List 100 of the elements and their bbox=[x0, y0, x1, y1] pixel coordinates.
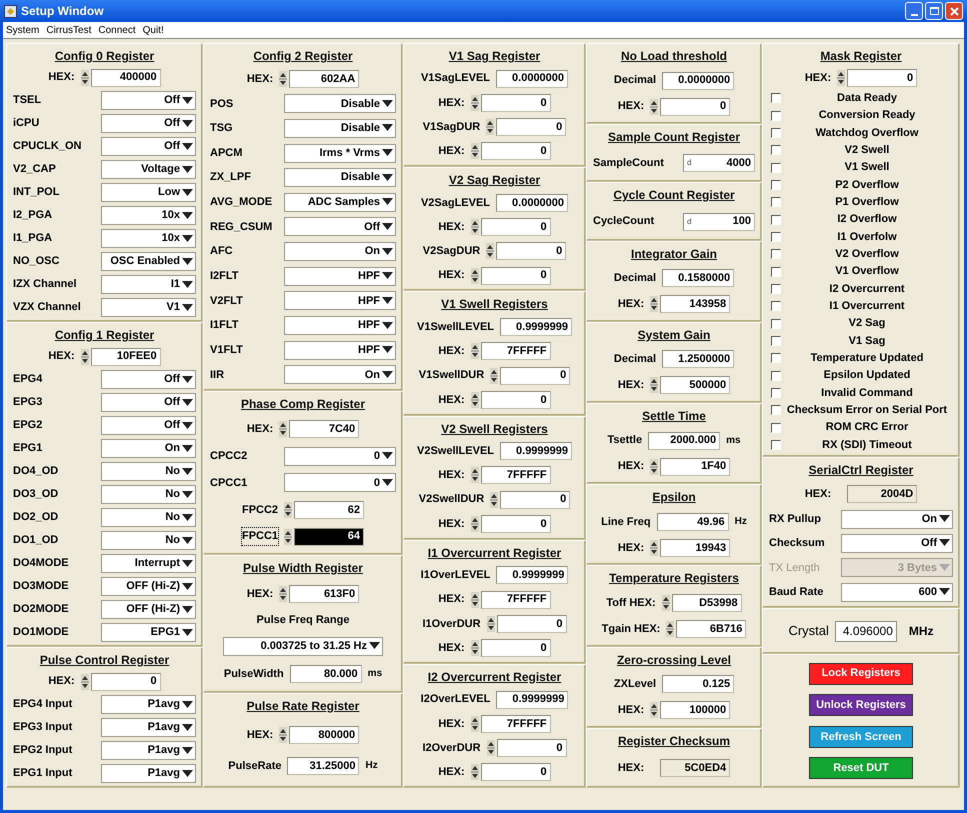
input-field[interactable]: 7FFFFF bbox=[480, 342, 551, 360]
dropdown[interactable]: Voltage bbox=[101, 160, 196, 179]
input-field[interactable]: 7C40 bbox=[289, 420, 360, 438]
dropdown[interactable]: No bbox=[101, 531, 196, 550]
spinner-arrows-icon[interactable] bbox=[650, 296, 658, 312]
spinner-arrows-icon[interactable] bbox=[837, 70, 846, 86]
dropdown[interactable]: Disable bbox=[284, 94, 396, 114]
input-field[interactable]: 64 bbox=[294, 528, 364, 546]
input-field[interactable]: 62 bbox=[294, 500, 364, 519]
dropdown[interactable]: EPG1 bbox=[101, 623, 196, 642]
input-field[interactable]: 0 bbox=[496, 242, 566, 260]
spinner-arrows-icon[interactable] bbox=[284, 528, 292, 545]
input-field[interactable]: 500000 bbox=[660, 376, 730, 394]
spinner-arrows-icon[interactable] bbox=[650, 377, 658, 394]
spinner-arrows-icon[interactable] bbox=[470, 268, 479, 284]
dropdown[interactable]: OFF (Hi-Z) bbox=[101, 577, 196, 596]
checkbox[interactable] bbox=[771, 249, 781, 260]
input-field[interactable]: 0 bbox=[847, 68, 918, 87]
input-field[interactable]: 0 bbox=[480, 514, 551, 533]
dropdown[interactable]: OSC Enabled bbox=[101, 252, 196, 271]
input-field[interactable]: 0.1580000 bbox=[662, 269, 734, 288]
dropdown[interactable]: Off bbox=[101, 91, 196, 110]
dropdown[interactable]: P1avg bbox=[101, 741, 196, 760]
checkbox[interactable] bbox=[771, 440, 781, 450]
checkbox[interactable] bbox=[771, 232, 781, 242]
dropdown[interactable]: Interrupt bbox=[101, 554, 196, 573]
input-field[interactable]: 0.9999999 bbox=[500, 318, 572, 336]
dropdown[interactable]: P1avg bbox=[101, 764, 196, 783]
dropdown[interactable]: 0.003725 to 31.25 Hz bbox=[223, 636, 383, 656]
spinner-arrows-icon[interactable] bbox=[490, 492, 498, 508]
dropdown[interactable]: I1 bbox=[101, 275, 196, 294]
checkbox[interactable] bbox=[771, 422, 781, 433]
input-field[interactable]: 0 bbox=[496, 739, 567, 758]
checkbox[interactable] bbox=[771, 301, 781, 312]
dropdown[interactable]: HPF bbox=[284, 291, 396, 310]
dropdown[interactable]: P1avg bbox=[101, 695, 196, 714]
menu-item[interactable]: Quit! bbox=[142, 22, 164, 38]
dropdown[interactable]: OFF (Hi-Z) bbox=[101, 600, 196, 619]
dropdown[interactable]: Irms * Vrms bbox=[284, 144, 396, 163]
input-field[interactable]: 0 bbox=[500, 490, 570, 509]
spinner-arrows-icon[interactable] bbox=[279, 421, 288, 438]
checkbox[interactable] bbox=[771, 93, 781, 104]
action-button[interactable]: Unlock Registers bbox=[809, 694, 913, 716]
dropdown[interactable]: Off bbox=[101, 114, 196, 133]
spinner-arrows-icon[interactable] bbox=[279, 71, 288, 88]
input-field[interactable]: 1F40 bbox=[660, 458, 730, 476]
spinner-arrows-icon[interactable] bbox=[470, 516, 479, 532]
input-field[interactable]: 0 bbox=[660, 98, 730, 116]
input-field[interactable]: 0 bbox=[496, 118, 566, 136]
spinner-arrows-icon[interactable] bbox=[80, 674, 89, 690]
spinner-arrows-icon[interactable] bbox=[470, 94, 479, 111]
spinner-arrows-icon[interactable] bbox=[486, 616, 495, 632]
spinner-arrows-icon[interactable] bbox=[470, 764, 479, 780]
dropdown[interactable]: Disable bbox=[284, 168, 396, 188]
dropdown[interactable]: Off bbox=[101, 416, 196, 435]
menu-item[interactable]: CirrusTest bbox=[46, 22, 92, 38]
input-field[interactable]: 0.0000000 bbox=[662, 72, 734, 90]
dropdown[interactable]: 0 bbox=[284, 446, 396, 466]
input-field[interactable]: 31.25000 bbox=[287, 756, 360, 775]
input-field[interactable]: 0.0000000 bbox=[496, 194, 568, 212]
input-field[interactable]: 6B716 bbox=[676, 620, 746, 638]
checkbox[interactable] bbox=[771, 145, 781, 156]
spinner-arrows-icon[interactable] bbox=[279, 727, 288, 744]
dropdown[interactable]: Off bbox=[101, 137, 196, 156]
checkbox[interactable] bbox=[771, 353, 781, 364]
input-field[interactable]: 143958 bbox=[660, 295, 730, 314]
maximize-button[interactable] bbox=[925, 2, 943, 20]
dropdown[interactable]: No bbox=[101, 462, 196, 481]
spinner-arrows-icon[interactable] bbox=[284, 502, 292, 518]
input-field[interactable]: 49.96 bbox=[656, 512, 729, 531]
input-field[interactable]: 0 bbox=[480, 390, 551, 409]
spinner-arrows-icon[interactable] bbox=[470, 640, 479, 656]
dropdown[interactable]: Off bbox=[841, 534, 953, 553]
close-button[interactable] bbox=[945, 2, 963, 20]
input-field[interactable]: 0 bbox=[480, 763, 551, 782]
input-field[interactable]: 2000.000 bbox=[648, 432, 720, 450]
dropdown[interactable]: On bbox=[101, 439, 196, 458]
input-field[interactable]: 800000 bbox=[289, 726, 360, 744]
dropdown[interactable]: P1avg bbox=[101, 718, 196, 737]
dropdown[interactable]: On bbox=[284, 242, 396, 262]
dropdown[interactable]: Low bbox=[101, 183, 196, 202]
checkbox[interactable] bbox=[771, 162, 781, 173]
input-field[interactable]: 10FEE0 bbox=[90, 348, 161, 366]
input-field[interactable]: 80.000 bbox=[290, 664, 362, 683]
input-field[interactable]: 7FFFFF bbox=[480, 714, 551, 733]
dropdown[interactable]: 10x bbox=[101, 206, 196, 225]
dropdown[interactable]: HPF bbox=[284, 316, 396, 336]
spinner-arrows-icon[interactable] bbox=[80, 348, 89, 364]
input-field[interactable]: 0 bbox=[480, 94, 551, 112]
dropdown[interactable]: V1 bbox=[101, 298, 196, 317]
checkbox[interactable] bbox=[771, 266, 781, 277]
spinner-arrows-icon[interactable] bbox=[490, 368, 498, 384]
spinner-arrows-icon[interactable] bbox=[470, 219, 479, 236]
dropdown[interactable]: 600 bbox=[841, 582, 953, 602]
input-field[interactable]: 19943 bbox=[660, 538, 730, 557]
spinner-arrows-icon[interactable] bbox=[279, 586, 288, 602]
checkbox[interactable] bbox=[771, 405, 781, 416]
input-field[interactable]: d 4000 bbox=[683, 154, 755, 172]
spinner-arrows-icon[interactable] bbox=[80, 70, 89, 86]
spinner-arrows-icon[interactable] bbox=[470, 467, 479, 484]
